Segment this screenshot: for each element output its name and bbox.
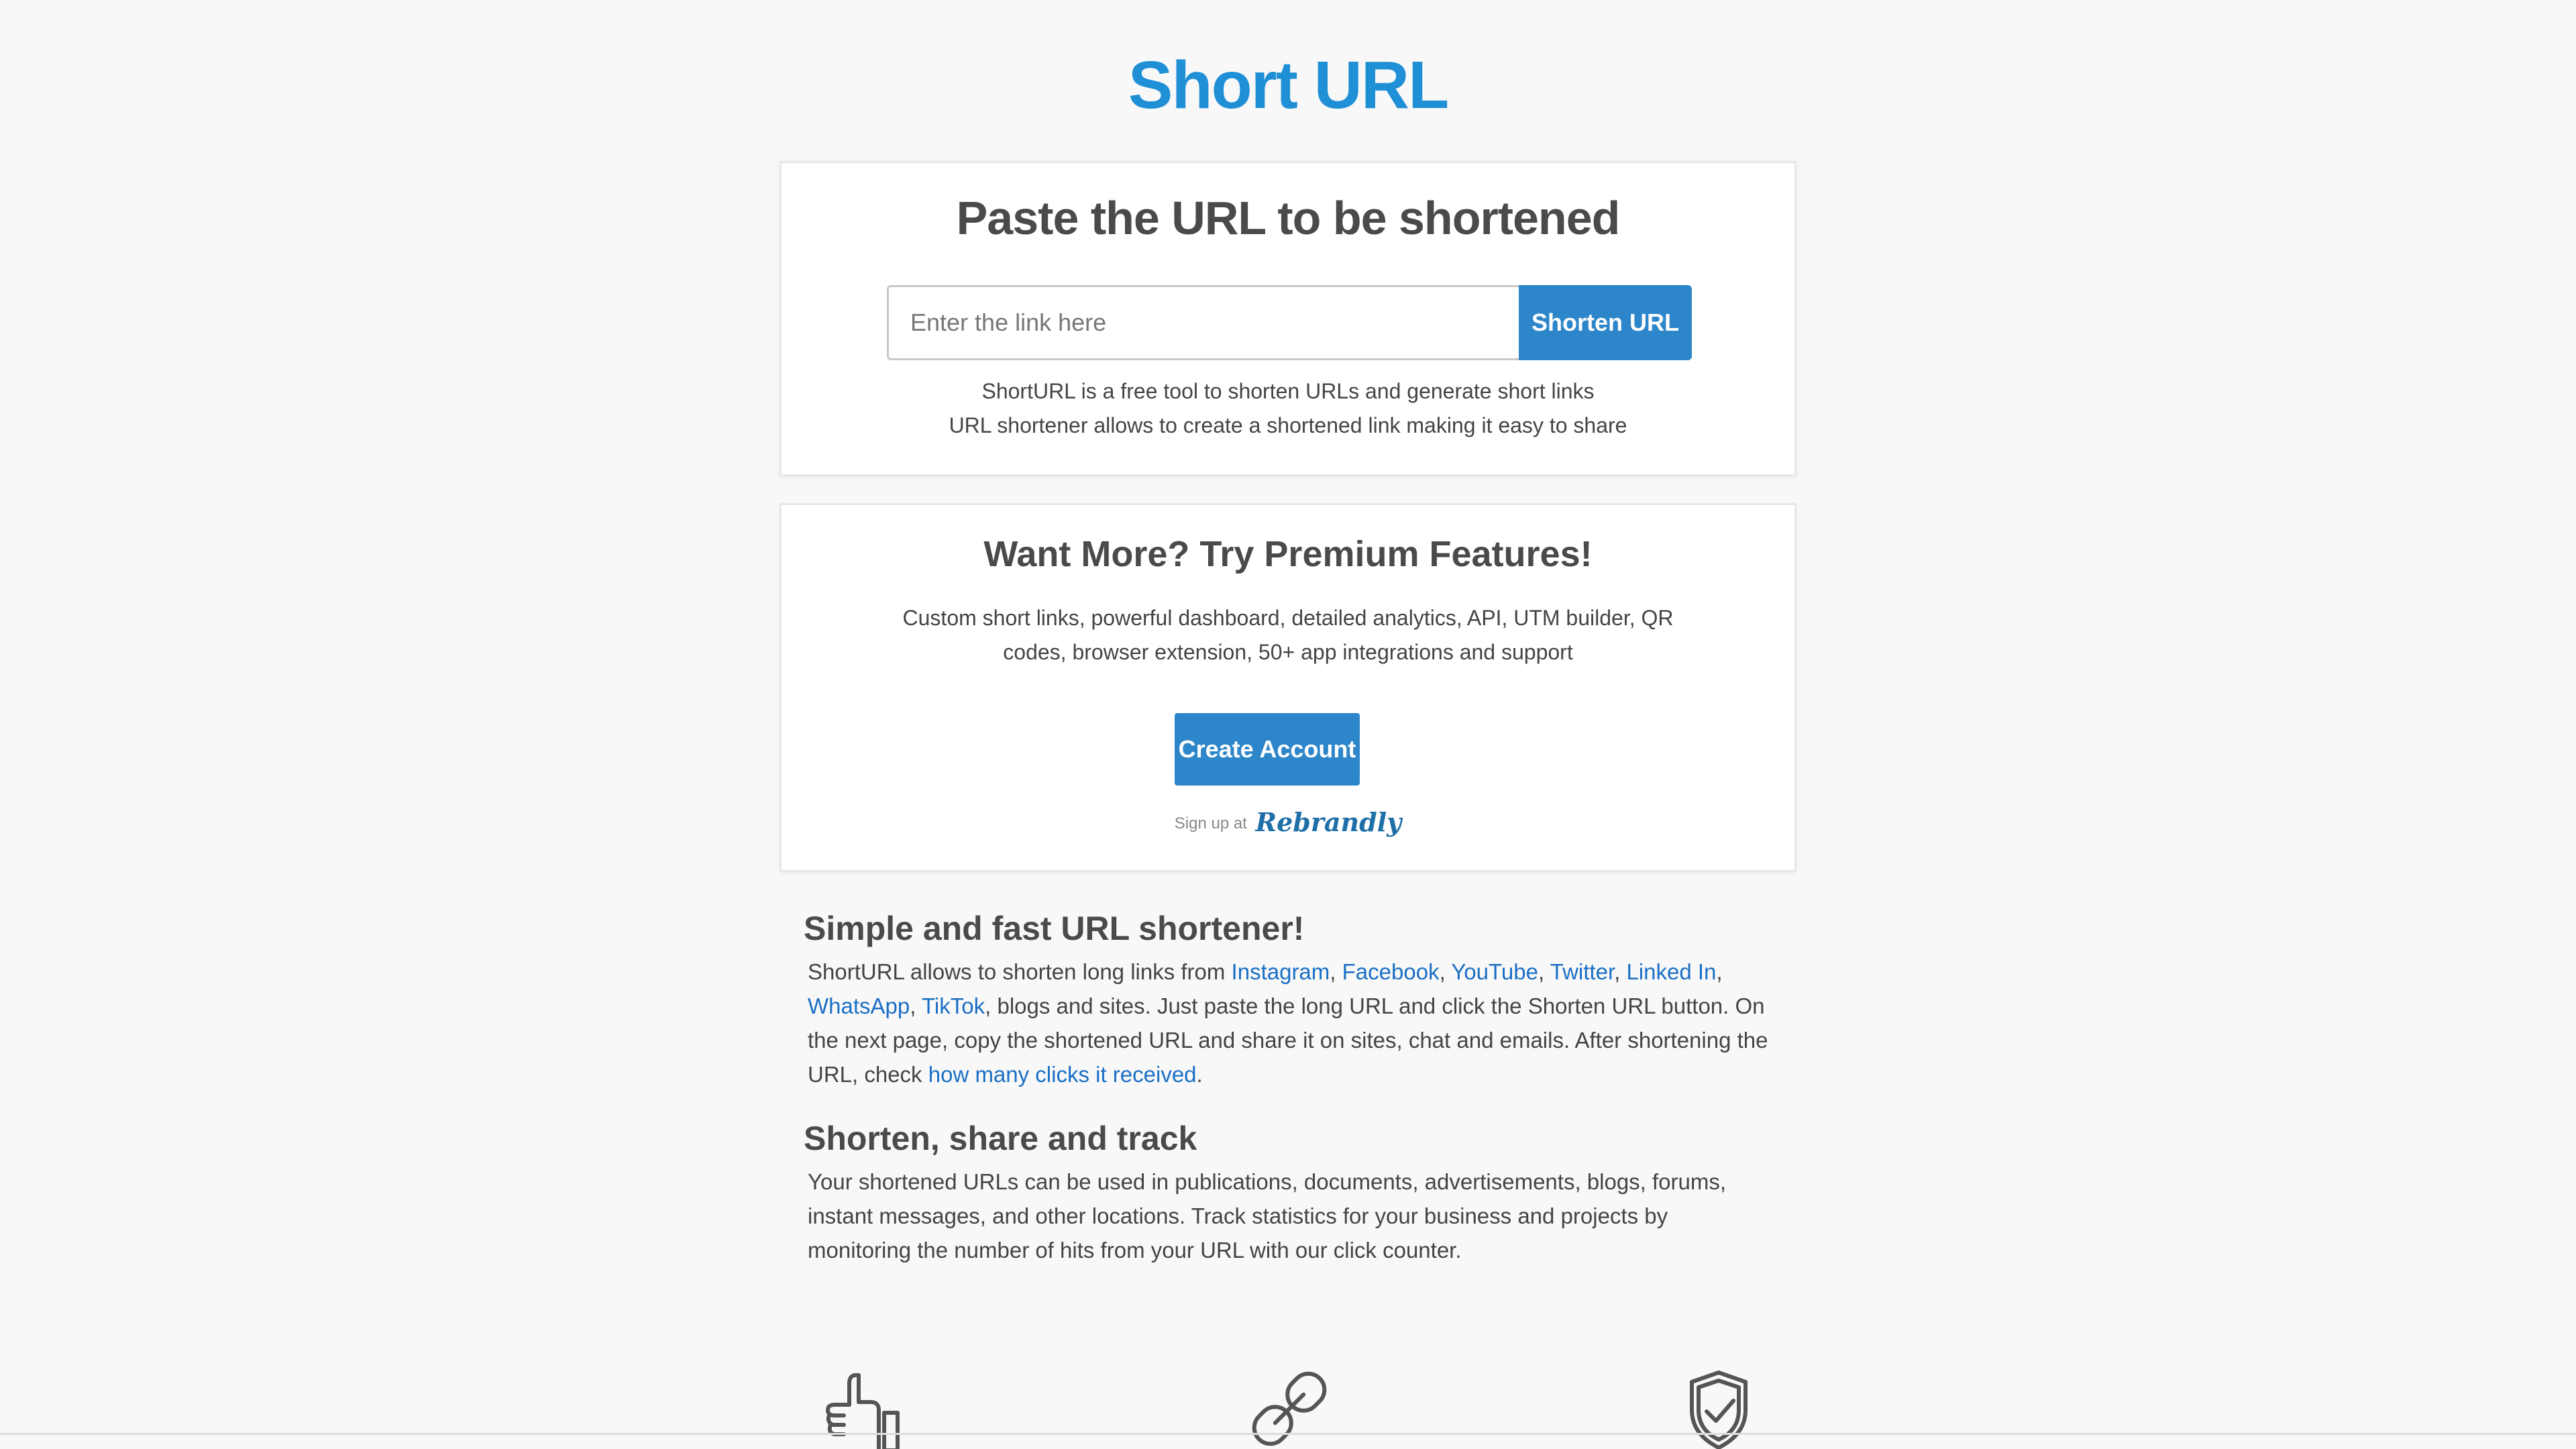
linkedin-link[interactable]: Linked In <box>1626 959 1716 984</box>
shortener-card: Paste the URL to be shortened Shorten UR… <box>780 161 1796 476</box>
url-input[interactable] <box>887 285 1519 360</box>
section-text-share: Your shortened URLs can be used in publi… <box>808 1169 1727 1263</box>
shield-check-icon <box>1678 1368 1759 1449</box>
premium-card: Want More? Try Premium Features! Custom … <box>780 503 1796 872</box>
section-share-track: Shorten, share and track Your shortened … <box>804 1119 1770 1267</box>
section-text-simple: ShortURL allows to shorten long links fr… <box>808 955 1770 1091</box>
click-count-link[interactable]: how many clicks it received <box>928 1062 1197 1087</box>
youtube-link[interactable]: YouTube <box>1451 959 1538 984</box>
page: Short URL Paste the URL to be shortened … <box>0 0 2576 1449</box>
shortener-description: ShortURL is a free tool to shorten URLs … <box>782 374 1794 443</box>
shortener-desc-line-2: URL shortener allows to create a shorten… <box>949 413 1627 437</box>
shorten-form: Shorten URL <box>887 285 1692 360</box>
section-heading-share: Shorten, share and track <box>804 1120 1197 1157</box>
whatsapp-link[interactable]: WhatsApp <box>808 994 910 1018</box>
premium-description: Custom short links, powerful dashboard, … <box>902 606 1674 664</box>
simple-text-end: . <box>1196 1062 1203 1087</box>
twitter-link[interactable]: Twitter <box>1550 959 1614 984</box>
rebrandly-link[interactable]: Rebrandly <box>1256 807 1402 837</box>
section-simple-fast: Simple and fast URL shortener! ShortURL … <box>804 909 1770 1091</box>
separator: , <box>1330 959 1342 984</box>
page-divider <box>0 1433 2576 1435</box>
separator: , <box>910 994 922 1018</box>
separator: , <box>1439 959 1452 984</box>
tiktok-link[interactable]: TikTok <box>922 994 985 1018</box>
site-title-link[interactable]: Short URL <box>0 47 2576 124</box>
separator: , <box>1538 959 1550 984</box>
chain-link-icon <box>1249 1368 1330 1449</box>
shortener-heading: Paste the URL to be shortened <box>956 192 1621 244</box>
simple-text-intro: ShortURL allows to shorten long links fr… <box>808 959 1232 984</box>
signup-prefix: Sign up at <box>1174 814 1247 833</box>
facebook-link[interactable]: Facebook <box>1342 959 1440 984</box>
shortener-desc-line-1: ShortURL is a free tool to shorten URLs … <box>981 379 1595 403</box>
shorten-url-button[interactable]: Shorten URL <box>1519 285 1692 360</box>
signup-line: Sign up at Rebrandly <box>782 807 1794 837</box>
premium-heading: Want More? Try Premium Features! <box>983 534 1593 574</box>
create-account-button[interactable]: Create Account <box>1175 713 1360 786</box>
separator: , <box>1716 959 1723 984</box>
thumbs-up-icon <box>820 1368 900 1449</box>
separator: , <box>1614 959 1627 984</box>
instagram-link[interactable]: Instagram <box>1232 959 1330 984</box>
section-heading-simple: Simple and fast URL shortener! <box>804 910 1305 947</box>
